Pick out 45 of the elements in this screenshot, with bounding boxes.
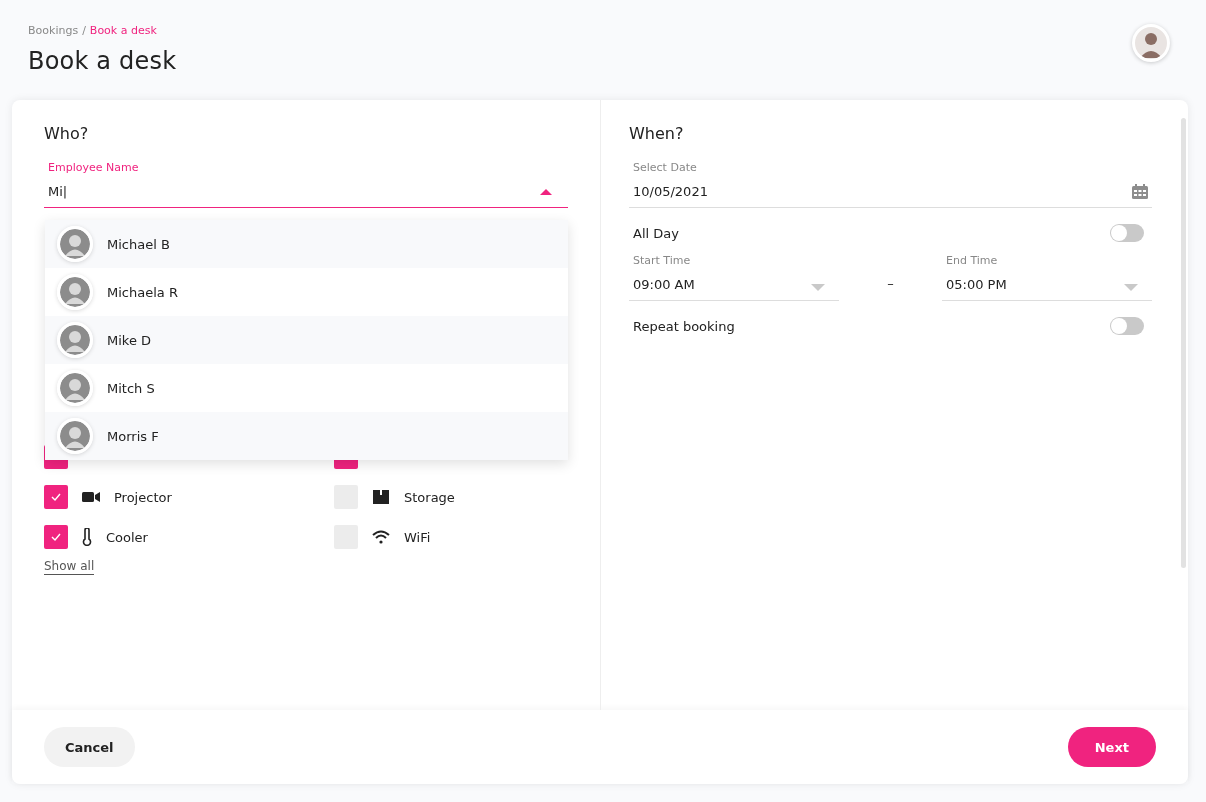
suggestion-item[interactable]: Michael B: [45, 220, 568, 268]
calendar-icon: [1132, 184, 1148, 199]
amenity-label: Cooler: [106, 529, 148, 545]
show-all-link[interactable]: Show all: [44, 559, 95, 575]
repeat-toggle[interactable]: [1110, 317, 1144, 335]
next-button[interactable]: Next: [1067, 727, 1156, 767]
checkbox[interactable]: [44, 525, 68, 549]
time-separator: –: [886, 276, 895, 293]
all-day-toggle[interactable]: [1110, 224, 1144, 242]
date-field[interactable]: Select Date 10/05/2021: [629, 161, 1152, 208]
breadcrumb-link[interactable]: Bookings: [28, 24, 79, 37]
suggestion-item[interactable]: Mike D: [45, 316, 568, 364]
breadcrumb-current: Book a desk: [89, 24, 157, 37]
user-avatar[interactable]: [1132, 24, 1170, 62]
avatar-icon: [57, 226, 93, 262]
video-camera-icon: [82, 491, 100, 503]
amenity-label: Storage: [404, 489, 455, 505]
avatar-icon: [57, 274, 93, 310]
avatar-icon: [57, 418, 93, 454]
avatar-icon: [57, 322, 93, 358]
breadcrumb-separator: /: [82, 24, 86, 37]
amenity-label: Projector: [114, 489, 172, 505]
wifi-icon: [372, 530, 390, 544]
caret-icon: [1124, 284, 1138, 291]
avatar-icon: [57, 370, 93, 406]
check-icon: [51, 533, 61, 541]
end-time-field[interactable]: End Time 05:00 PM: [942, 254, 1152, 301]
suggestion-item[interactable]: Michaela R: [45, 268, 568, 316]
cancel-button[interactable]: Cancel: [44, 727, 135, 767]
employee-name-field[interactable]: Employee Name Mi|: [44, 161, 568, 208]
start-time-field[interactable]: Start Time 09:00 AM: [629, 254, 839, 301]
toggle-label: Repeat booking: [633, 318, 735, 334]
section-heading: Who?: [44, 124, 90, 143]
section-heading: When?: [629, 124, 685, 143]
checkbox[interactable]: [44, 485, 68, 509]
caret-icon: [811, 284, 825, 291]
box-icon: [372, 489, 390, 505]
toggle-label: All Day: [633, 225, 679, 241]
page-title: Book a desk: [28, 47, 177, 75]
scrollbar[interactable]: [1181, 118, 1186, 568]
check-icon: [51, 493, 61, 501]
thermometer-icon: [82, 528, 92, 546]
amenity-label: WiFi: [404, 529, 431, 545]
suggestion-item[interactable]: Mitch S: [45, 364, 568, 412]
suggestion-item[interactable]: Morris F: [45, 412, 568, 460]
